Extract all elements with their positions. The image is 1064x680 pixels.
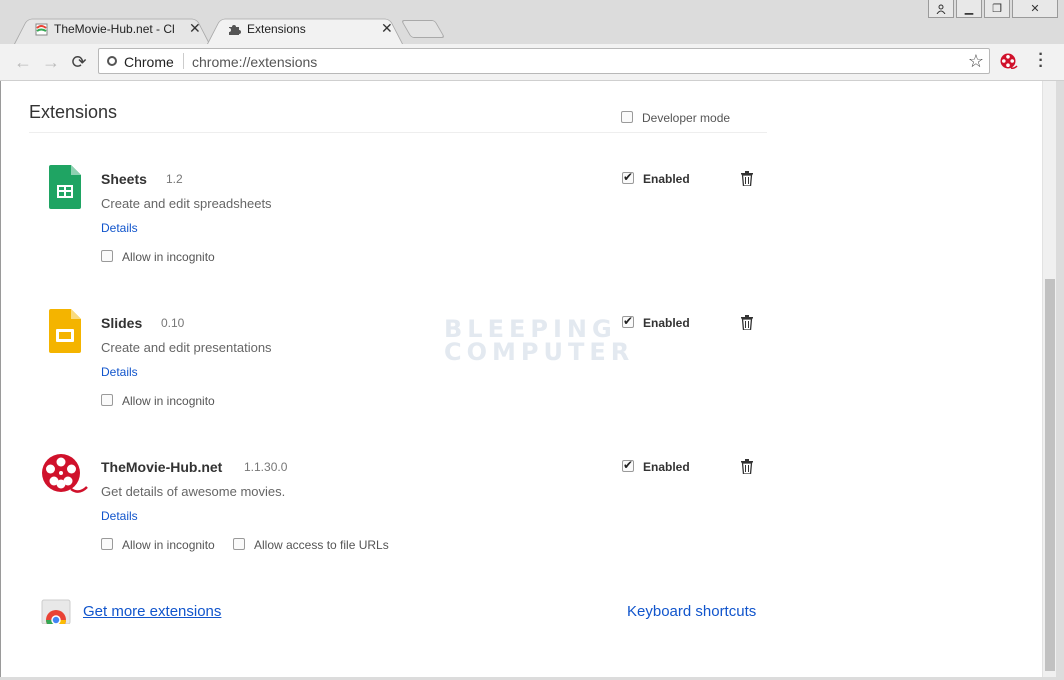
enabled-label: Enabled bbox=[643, 316, 690, 330]
moviehub-extension-icon[interactable] bbox=[1000, 53, 1018, 71]
allow-file-urls-label: Allow access to file URLs bbox=[254, 538, 389, 552]
allow-incognito-checkbox[interactable] bbox=[101, 394, 113, 406]
extension-name: TheMovie-Hub.net bbox=[101, 459, 223, 475]
extension-description: Create and edit spreadsheets bbox=[101, 196, 272, 211]
toolbar: ← → ⟳ Chrome chrome://extensions ☆ bbox=[0, 44, 1064, 81]
chrome-page-icon bbox=[107, 56, 117, 66]
profile-icon[interactable] bbox=[928, 0, 954, 18]
vertical-scrollbar[interactable] bbox=[1042, 81, 1057, 677]
allow-incognito-label: Allow in incognito bbox=[122, 250, 215, 264]
restore-button[interactable]: ❐ bbox=[984, 0, 1010, 18]
omnibox-url[interactable]: chrome://extensions bbox=[192, 54, 317, 70]
details-link[interactable]: Details bbox=[101, 365, 138, 379]
chrome-favicon-icon bbox=[35, 23, 48, 36]
developer-mode-label: Developer mode bbox=[642, 111, 731, 125]
extension-version: 1.2 bbox=[166, 172, 183, 186]
tab-close-icon[interactable]: ✕ bbox=[381, 20, 393, 37]
enabled-checkbox[interactable] bbox=[622, 314, 634, 328]
reload-icon[interactable]: ⟳ bbox=[70, 53, 88, 71]
extension-name: Slides bbox=[101, 315, 143, 331]
trash-icon[interactable] bbox=[741, 171, 753, 186]
window-border bbox=[1056, 81, 1064, 680]
tab-close-icon[interactable]: ✕ bbox=[189, 20, 201, 37]
allow-incognito-label: Allow in incognito bbox=[122, 538, 215, 552]
details-link[interactable]: Details bbox=[101, 221, 138, 235]
tab-strip: TheMovie-Hub.net - Chrome ✕ Extensions ✕… bbox=[0, 0, 1064, 44]
extension-name: Sheets bbox=[101, 171, 147, 187]
allow-incognito-checkbox[interactable] bbox=[101, 538, 113, 550]
minimize-button[interactable]: ▁ bbox=[956, 0, 982, 18]
close-window-button[interactable]: ✕ bbox=[1012, 0, 1058, 18]
film-reel-icon bbox=[42, 454, 88, 493]
google-slides-icon bbox=[49, 309, 81, 353]
tab-extensions[interactable]: Extensions ✕ bbox=[207, 14, 403, 44]
extension-description: Get details of awesome movies. bbox=[101, 484, 286, 499]
trash-icon[interactable] bbox=[741, 459, 753, 474]
enabled-checkbox[interactable] bbox=[622, 458, 634, 472]
page-title: Extensions bbox=[29, 102, 118, 122]
tab-title: Extensions bbox=[247, 22, 306, 36]
details-link[interactable]: Details bbox=[101, 509, 138, 523]
allow-incognito-checkbox[interactable] bbox=[101, 250, 113, 262]
omnibox-site-label: Chrome bbox=[124, 54, 174, 70]
enabled-label: Enabled bbox=[643, 460, 690, 474]
chrome-web-store-icon bbox=[41, 599, 71, 624]
puzzle-piece-icon bbox=[229, 25, 241, 35]
extension-version: 0.10 bbox=[161, 316, 185, 330]
bookmark-star-icon[interactable]: ☆ bbox=[968, 51, 984, 72]
address-bar[interactable]: Chrome chrome://extensions ☆ bbox=[98, 48, 990, 74]
menu-dots-icon[interactable]: · · · bbox=[1036, 47, 1046, 75]
watermark: BLEEPING COMPUTER bbox=[444, 315, 635, 366]
new-tab-button[interactable] bbox=[400, 20, 446, 38]
allow-incognito-label: Allow in incognito bbox=[122, 394, 215, 408]
divider bbox=[29, 132, 767, 133]
keyboard-shortcuts-link[interactable]: Keyboard shortcuts bbox=[627, 603, 756, 620]
extension-version: 1.1.30.0 bbox=[244, 460, 288, 474]
allow-file-urls-checkbox[interactable] bbox=[233, 538, 245, 550]
forward-arrow-icon[interactable]: → bbox=[42, 53, 60, 71]
tab-title: TheMovie-Hub.net - Chrome bbox=[54, 22, 174, 36]
back-arrow-icon[interactable]: ← bbox=[14, 53, 32, 71]
tab-moviehub[interactable]: TheMovie-Hub.net - Chrome ✕ bbox=[14, 14, 210, 44]
get-more-extensions-link[interactable]: Get more extensions bbox=[83, 603, 221, 620]
extension-description: Create and edit presentations bbox=[101, 340, 272, 355]
window-controls: ▁ ❐ ✕ bbox=[928, 0, 1058, 18]
enabled-checkbox[interactable] bbox=[622, 170, 634, 184]
scrollbar-thumb[interactable] bbox=[1045, 279, 1055, 671]
omnibox-separator bbox=[183, 53, 184, 69]
google-sheets-icon bbox=[49, 165, 81, 209]
trash-icon[interactable] bbox=[741, 315, 753, 330]
developer-mode-checkbox[interactable] bbox=[621, 111, 633, 123]
enabled-label: Enabled bbox=[643, 172, 690, 186]
extensions-page: Extensions Developer mode BLEEPING COMPUT… bbox=[0, 81, 1042, 677]
